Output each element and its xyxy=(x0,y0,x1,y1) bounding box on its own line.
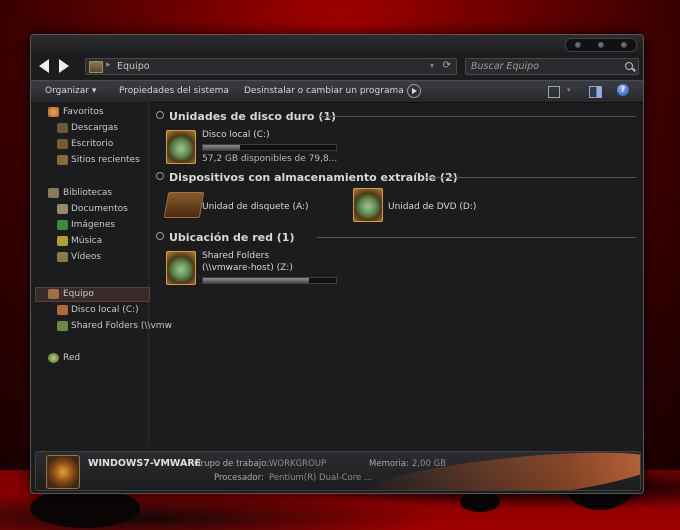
drive-name: Unidad de DVD (D:) xyxy=(388,202,477,212)
memory-value: 2,00 GB xyxy=(412,459,447,469)
network-globe-icon xyxy=(48,353,59,363)
help-icon[interactable]: ? xyxy=(617,84,629,96)
navigation-pane: Favoritos Descargas Escritorio Sitios re… xyxy=(32,102,172,447)
collapse-icon[interactable] xyxy=(156,111,164,119)
music-icon xyxy=(57,236,68,246)
breadcrumb-separator-icon[interactable]: ▸ xyxy=(106,60,111,70)
details-pane: WINDOWS7-VMWARE Grupo de trabajo: WORKGR… xyxy=(35,451,641,491)
search-input[interactable]: Buscar Equipo xyxy=(471,61,539,72)
network-drive-icon xyxy=(166,251,196,285)
group-divider xyxy=(426,177,636,178)
drive-name: Unidad de disquete (A:) xyxy=(202,202,309,212)
hard-drive-icon xyxy=(166,130,196,164)
title-bar[interactable] xyxy=(31,35,643,53)
drive-path: (\\vmware-host) (Z:) xyxy=(202,263,293,273)
caption-buttons xyxy=(565,38,637,52)
recent-places-icon xyxy=(57,155,68,165)
search-icon[interactable] xyxy=(625,62,633,70)
pictures-icon xyxy=(57,220,68,230)
file-list: Unidades de disco duro (1) Disco local (… xyxy=(150,102,640,447)
view-options-chevron-icon[interactable]: ▾ xyxy=(567,86,571,94)
drive-name: Shared Folders xyxy=(202,251,270,261)
memory-label: Memoria: xyxy=(369,459,409,469)
sidebar-item-favoritos[interactable]: Favoritos xyxy=(63,107,104,117)
search-box[interactable]: Buscar Equipo xyxy=(465,58,639,75)
dvd-drive-icon xyxy=(353,188,383,222)
details-decoration xyxy=(358,452,640,490)
documents-icon xyxy=(57,204,68,214)
forward-arrow-icon[interactable] xyxy=(57,58,71,74)
drive-free-space: 57,2 GB disponibles de 79,8... xyxy=(202,154,338,164)
address-bar[interactable]: ▸ Equipo ▾ ⟳ xyxy=(85,58,457,75)
sidebar-item-documentos[interactable]: Documentos xyxy=(71,204,128,214)
computer-icon xyxy=(46,455,80,489)
sidebar-item-descargas[interactable]: Descargas xyxy=(71,123,118,133)
floppy-drive-icon xyxy=(163,192,205,218)
collapse-icon[interactable] xyxy=(156,232,164,240)
processor-value: Pentium(R) Dual-Core ... xyxy=(269,473,373,483)
change-view-icon[interactable] xyxy=(548,86,560,98)
workgroup-value: WORKGROUP xyxy=(269,459,327,469)
sidebar-item-musica[interactable]: Música xyxy=(71,236,102,246)
minimize-button[interactable] xyxy=(574,42,581,48)
sidebar-item-disco-local[interactable]: Disco local (C:) xyxy=(71,305,139,315)
sidebar-item-escritorio[interactable]: Escritorio xyxy=(71,139,113,149)
processor-label: Procesador: xyxy=(214,473,264,483)
more-commands-icon[interactable] xyxy=(407,84,421,98)
uninstall-program-button[interactable]: Desinstalar o cambiar un programa xyxy=(244,86,404,96)
group-header-hard-drives[interactable]: Unidades de disco duro (1) xyxy=(156,110,336,123)
navigation-bar: ▸ Equipo ▾ ⟳ Buscar Equipo xyxy=(31,53,643,79)
drive-name: Disco local (C:) xyxy=(202,130,270,140)
hard-drive-icon xyxy=(57,305,68,315)
preview-pane-icon[interactable] xyxy=(589,86,602,98)
group-divider xyxy=(320,116,636,117)
group-header-removable[interactable]: Dispositivos con almacenamiento extraíbl… xyxy=(156,171,458,184)
system-properties-button[interactable]: Propiedades del sistema xyxy=(119,86,229,96)
sidebar-item-imagenes[interactable]: Imágenes xyxy=(71,220,115,230)
favorites-star-icon xyxy=(48,107,59,117)
sidebar-item-red[interactable]: Red xyxy=(63,353,80,363)
wallpaper-splat xyxy=(30,488,140,528)
drive-usage-bar xyxy=(202,277,337,284)
maximize-button[interactable] xyxy=(597,42,604,48)
libraries-icon xyxy=(48,188,59,198)
group-divider xyxy=(317,237,636,238)
workgroup-label: Grupo de trabajo: xyxy=(194,459,270,469)
group-header-network[interactable]: Ubicación de red (1) xyxy=(156,231,295,244)
close-button[interactable] xyxy=(621,42,628,48)
videos-icon xyxy=(57,252,68,262)
sidebar-item-sitios-recientes[interactable]: Sitios recientes xyxy=(71,155,140,165)
desktop-icon xyxy=(57,139,68,149)
chevron-down-icon[interactable]: ▾ xyxy=(430,61,434,70)
computer-icon xyxy=(89,61,103,73)
wallpaper-splat xyxy=(460,492,500,512)
drive-usage-fill xyxy=(203,145,241,150)
computer-icon xyxy=(48,289,59,299)
refresh-icon[interactable]: ⟳ xyxy=(443,60,451,71)
computer-name: WINDOWS7-VMWARE xyxy=(88,458,202,469)
address-location[interactable]: Equipo xyxy=(117,61,150,72)
organize-button[interactable]: Organizar ▾ xyxy=(45,86,96,96)
network-drive-icon xyxy=(57,321,68,331)
collapse-icon[interactable] xyxy=(156,172,164,180)
command-bar: Organizar ▾ Propiedades del sistema Desi… xyxy=(31,80,643,103)
back-arrow-icon[interactable] xyxy=(37,58,51,74)
drive-usage-bar xyxy=(202,144,337,151)
explorer-window: ▸ Equipo ▾ ⟳ Buscar Equipo Organizar ▾ P… xyxy=(30,34,644,494)
sidebar-item-bibliotecas[interactable]: Bibliotecas xyxy=(63,188,112,198)
sidebar-item-equipo[interactable]: Equipo xyxy=(63,289,94,299)
downloads-icon xyxy=(57,123,68,133)
drive-usage-fill xyxy=(203,278,310,283)
sidebar-item-videos[interactable]: Vídeos xyxy=(71,252,101,262)
